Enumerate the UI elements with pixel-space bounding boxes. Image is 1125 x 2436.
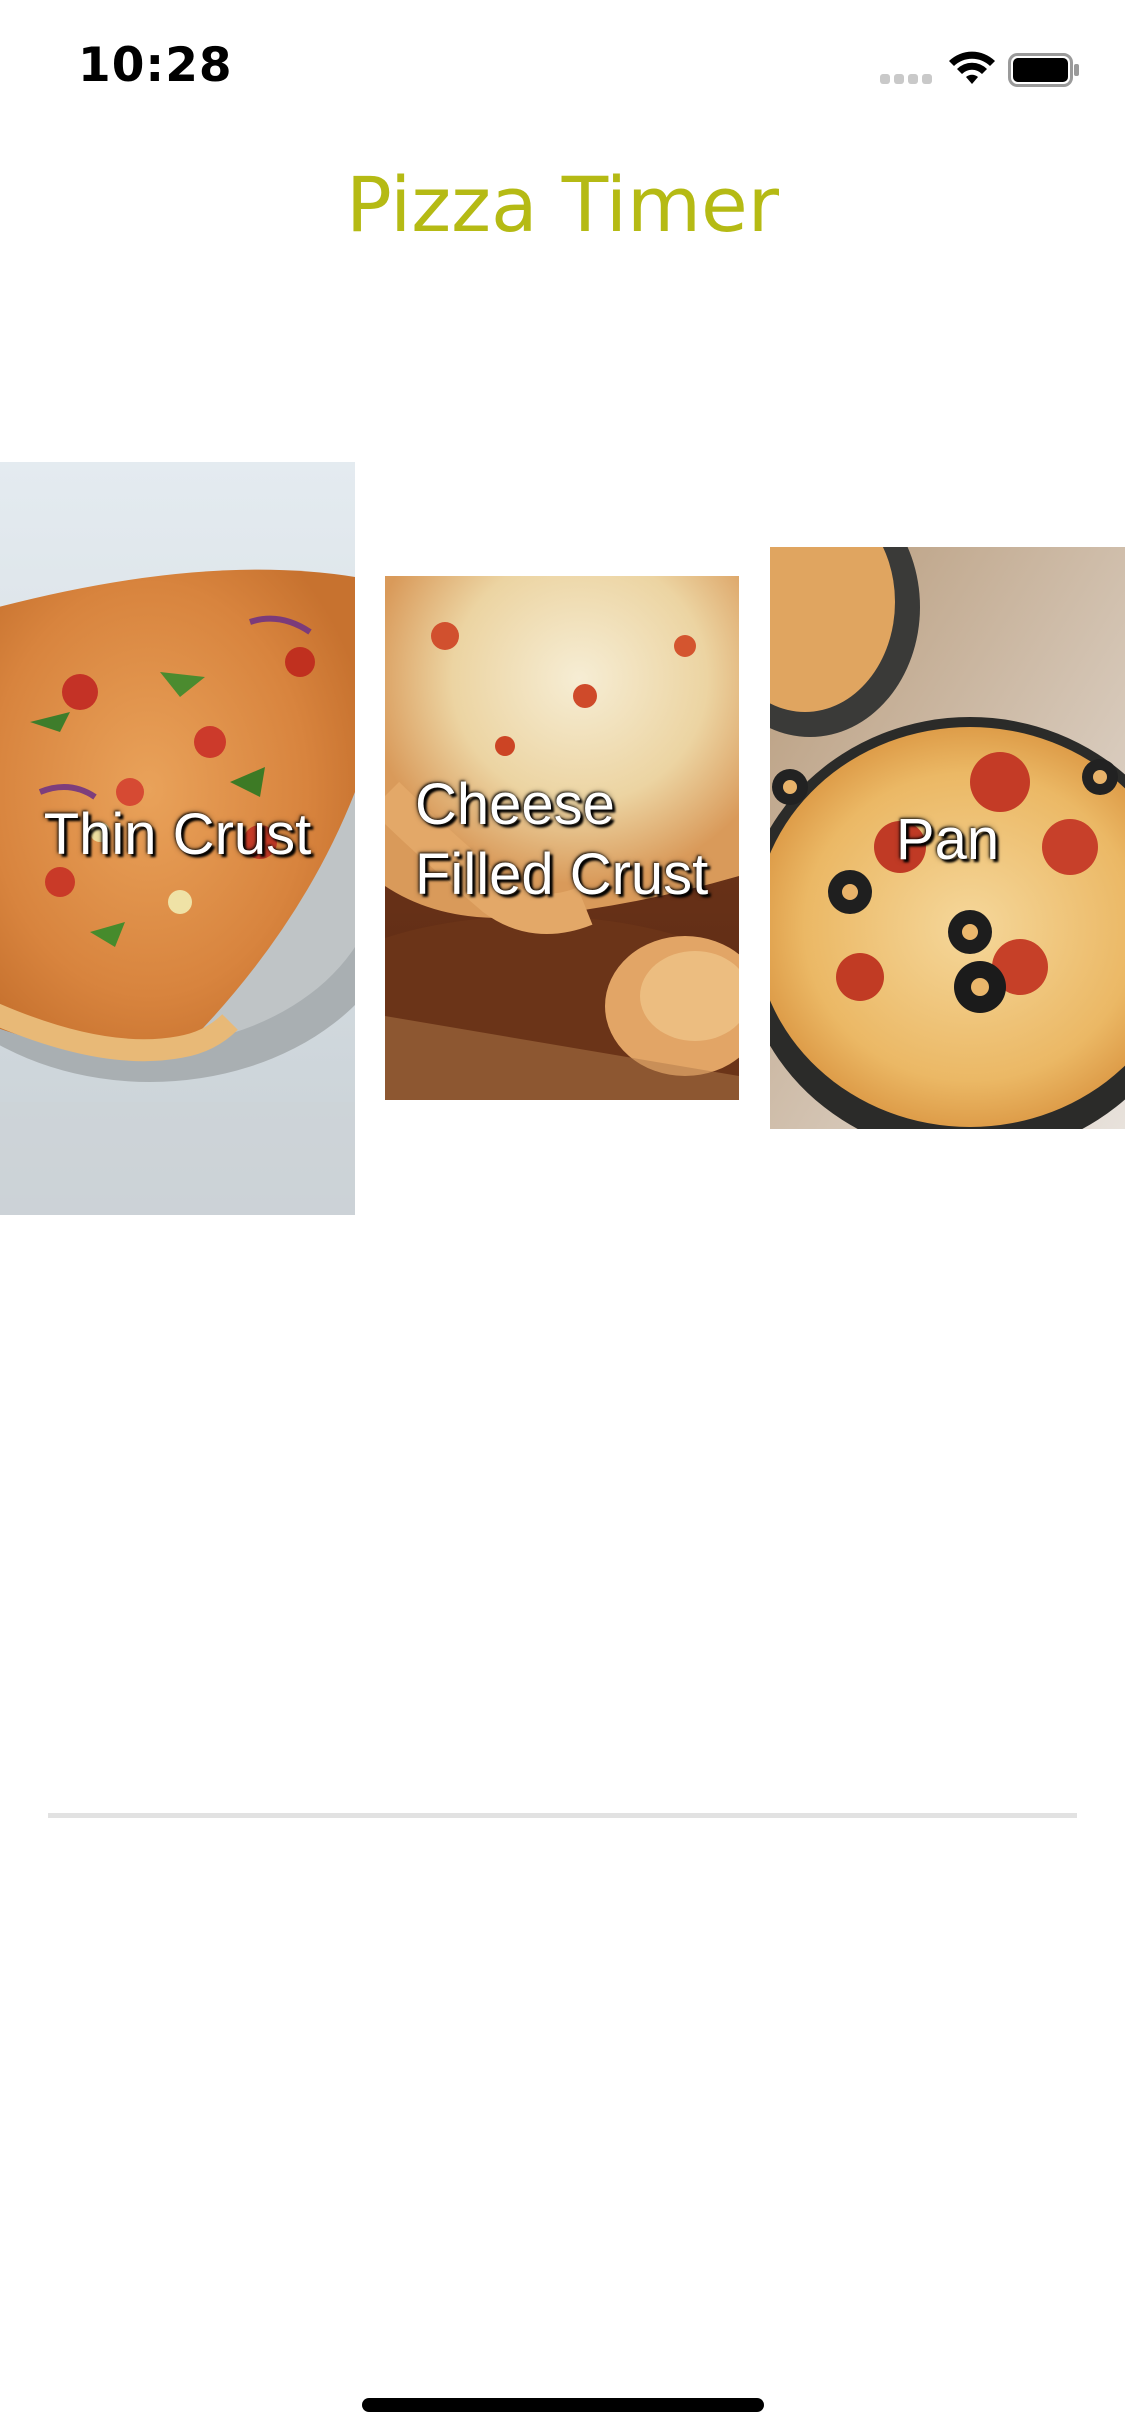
page-title: Pizza Timer: [345, 160, 780, 249]
crust-card-pan[interactable]: Pan: [770, 547, 1125, 1129]
crust-label-pan: Pan: [895, 807, 1000, 872]
crust-label-cheese-line1: Cheese: [415, 772, 615, 837]
crust-label-thin: Thin Crust: [43, 802, 312, 867]
home-indicator[interactable]: [362, 2398, 764, 2412]
pizza-timer-screen: 10:28 Pizza Timer Thin Crust Cheese Fill…: [0, 0, 1125, 2436]
divider: [48, 1813, 1077, 1818]
crust-card-thin[interactable]: Thin Crust: [0, 462, 355, 1215]
crust-label-cheese-filled: Cheese Filled Crust: [385, 770, 739, 910]
status-time: 10:28: [78, 38, 233, 93]
crust-card-cheese-filled[interactable]: Cheese Filled Crust: [385, 576, 739, 1100]
wifi-icon: [949, 51, 995, 84]
crust-label-cheese-line2: Filled Crust: [415, 842, 709, 907]
battery-icon: [1008, 53, 1079, 87]
signal-icon: [880, 74, 934, 84]
